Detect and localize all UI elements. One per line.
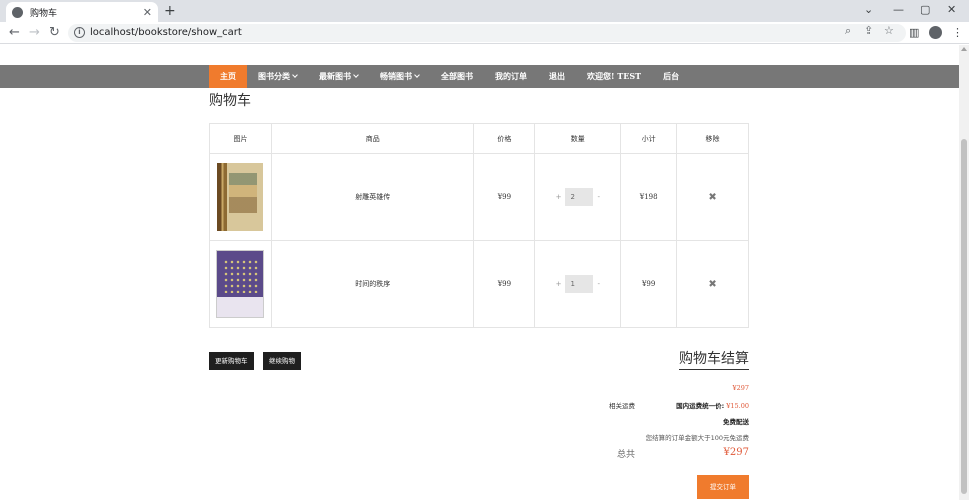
browser-tab[interactable]: 购物车 ✕ (6, 2, 158, 22)
forward-arrow-icon[interactable]: → (29, 25, 40, 41)
total-amount: ¥297 (723, 447, 749, 458)
quantity-input[interactable]: 2 (565, 188, 594, 206)
scroll-up-arrow-icon[interactable] (961, 47, 967, 51)
product-name[interactable]: 时间的秩序 (270, 240, 475, 328)
profile-avatar[interactable] (929, 26, 942, 39)
site-nav-menu: 主页 图书分类 最新图书 畅销图书 全部图书 我的订单 退出 欢迎您! TEST 后台 (209, 65, 690, 88)
header-quantity: 数量 (534, 123, 622, 154)
nav-item-label: 我的订单 (495, 71, 527, 81)
nav-item-label: 主页 (220, 71, 236, 81)
product-image-cell (209, 240, 272, 328)
close-tab-icon[interactable]: ✕ (143, 7, 152, 18)
nav-item-label: 后台 (663, 71, 680, 81)
scrollbar-thumb[interactable] (961, 139, 967, 494)
nav-item[interactable]: 畅销图书 (369, 65, 430, 88)
nav-item[interactable]: 欢迎您! TEST (576, 65, 652, 88)
side-panel-icon[interactable]: ▥ (909, 25, 919, 41)
update-cart-button[interactable]: 更新购物车 (209, 352, 254, 370)
quantity-decrease-button[interactable]: - (597, 280, 600, 288)
row-subtotal: ¥99 (620, 240, 678, 328)
quantity-cell: + 1 - (534, 240, 622, 328)
nav-item[interactable]: 我的订单 (484, 65, 538, 88)
minimize-button[interactable]: — (893, 3, 904, 17)
continue-shopping-button[interactable]: 继续购物 (263, 352, 301, 370)
total-label: 总共 (617, 450, 636, 460)
chevron-down-icon (292, 72, 298, 78)
quantity-increase-button[interactable]: + (556, 280, 562, 288)
tab-title: 购物车 (30, 8, 58, 19)
chevron-down-icon (414, 72, 420, 78)
quantity-cell: + 2 - (534, 153, 622, 241)
address-bar[interactable]: i localhost/bookstore/show_cart (68, 24, 906, 42)
nav-item-label: 最新图书 (319, 71, 351, 81)
back-arrow-icon[interactable]: ← (9, 25, 20, 41)
page-title: 购物车 (209, 93, 251, 109)
shipping-price: ¥15.00 (726, 402, 749, 410)
row-subtotal: ¥198 (620, 153, 678, 241)
product-image-cell (209, 153, 272, 241)
nav-item[interactable]: 主页 (209, 65, 247, 88)
header-price: 价格 (473, 123, 536, 154)
remove-icon[interactable]: ✖ (708, 279, 716, 290)
cart-header-row: 图片 商品 价格 数量 小计 移除 (209, 123, 749, 154)
header-subtotal: 小计 (620, 123, 678, 154)
bookmark-star-icon[interactable]: ☆ (884, 24, 894, 38)
remove-icon[interactable]: ✖ (708, 192, 716, 203)
header-image: 图片 (209, 123, 272, 154)
nav-item[interactable]: 最新图书 (308, 65, 369, 88)
nav-item-label: 图书分类 (258, 71, 290, 81)
cart-table: 图片 商品 价格 数量 小计 移除 射雕英雄传 ¥99 + 2 - ¥198 ✖… (209, 123, 749, 328)
share-icon[interactable]: ⇪ (864, 24, 873, 38)
shipping-label: 相关运费 (609, 402, 635, 410)
maximize-button[interactable]: ▢ (920, 3, 930, 17)
site-info-icon[interactable]: i (74, 27, 85, 38)
tab-search-icon[interactable]: ⌄ (864, 3, 873, 17)
quantity-decrease-button[interactable]: - (597, 193, 600, 201)
header-product: 商品 (270, 123, 475, 154)
new-tab-button[interactable]: + (164, 3, 176, 19)
nav-item[interactable]: 后台 (652, 65, 690, 88)
free-shipping-label: 免费配送 (723, 418, 749, 426)
quantity-increase-button[interactable]: + (556, 193, 562, 201)
shipping-value-label: 国内运费统一价: (676, 402, 725, 410)
quantity-stepper: + 2 - (556, 188, 600, 206)
chevron-down-icon (353, 72, 359, 78)
globe-icon (12, 6, 23, 18)
shipping-value: 国内运费统一价: ¥15.00 (676, 400, 749, 410)
submit-order-button[interactable]: 提交订单 (697, 475, 749, 499)
nav-item-label: 退出 (549, 71, 565, 81)
cart-summary-title: 购物车结算 (679, 348, 749, 370)
url-text[interactable]: localhost/bookstore/show_cart (90, 26, 242, 40)
nav-item[interactable]: 退出 (538, 65, 576, 88)
browser-menu-icon[interactable]: ⋮ (952, 25, 963, 41)
remove-cell: ✖ (676, 153, 749, 241)
nav-item-label: 全部图书 (441, 71, 473, 81)
summary-subtotal: ¥297 (732, 384, 749, 392)
header-remove: 移除 (676, 123, 749, 154)
page-scrollbar[interactable] (959, 45, 969, 500)
quantity-input[interactable]: 1 (565, 275, 594, 293)
book-cover-image[interactable] (217, 163, 264, 231)
cart-row: 时间的秩序 ¥99 + 1 - ¥99 ✖ (209, 240, 749, 328)
nav-item-label: 欢迎您! TEST (587, 71, 642, 81)
zoom-icon[interactable]: ⌕ (845, 24, 851, 38)
cart-row: 射雕英雄传 ¥99 + 2 - ¥198 ✖ (209, 153, 749, 241)
close-window-button[interactable]: ✕ (947, 3, 956, 17)
remove-cell: ✖ (676, 240, 749, 328)
nav-item[interactable]: 图书分类 (247, 65, 308, 88)
quantity-stepper: + 1 - (556, 275, 600, 293)
browser-toolbar: ← → ↻ i localhost/bookstore/show_cart ⌕ … (0, 22, 969, 44)
book-cover-image[interactable] (216, 250, 265, 318)
free-shipping-note: 您结算的订单金额大于100元免运费 (645, 434, 749, 442)
site-nav-bar: 主页 图书分类 最新图书 畅销图书 全部图书 我的订单 退出 欢迎您! TEST 后台 (0, 65, 959, 88)
nav-item-label: 畅销图书 (380, 71, 412, 81)
product-name[interactable]: 射雕英雄传 (270, 153, 475, 241)
product-price: ¥99 (473, 153, 536, 241)
reload-icon[interactable]: ↻ (49, 25, 60, 41)
page-viewport: 主页 图书分类 最新图书 畅销图书 全部图书 我的订单 退出 欢迎您! TEST 后台 购物车 … (0, 45, 959, 500)
product-price: ¥99 (473, 240, 536, 328)
browser-tabstrip: 购物车 ✕ + ⌄ — ▢ ✕ (0, 0, 969, 22)
nav-item[interactable]: 全部图书 (430, 65, 484, 88)
